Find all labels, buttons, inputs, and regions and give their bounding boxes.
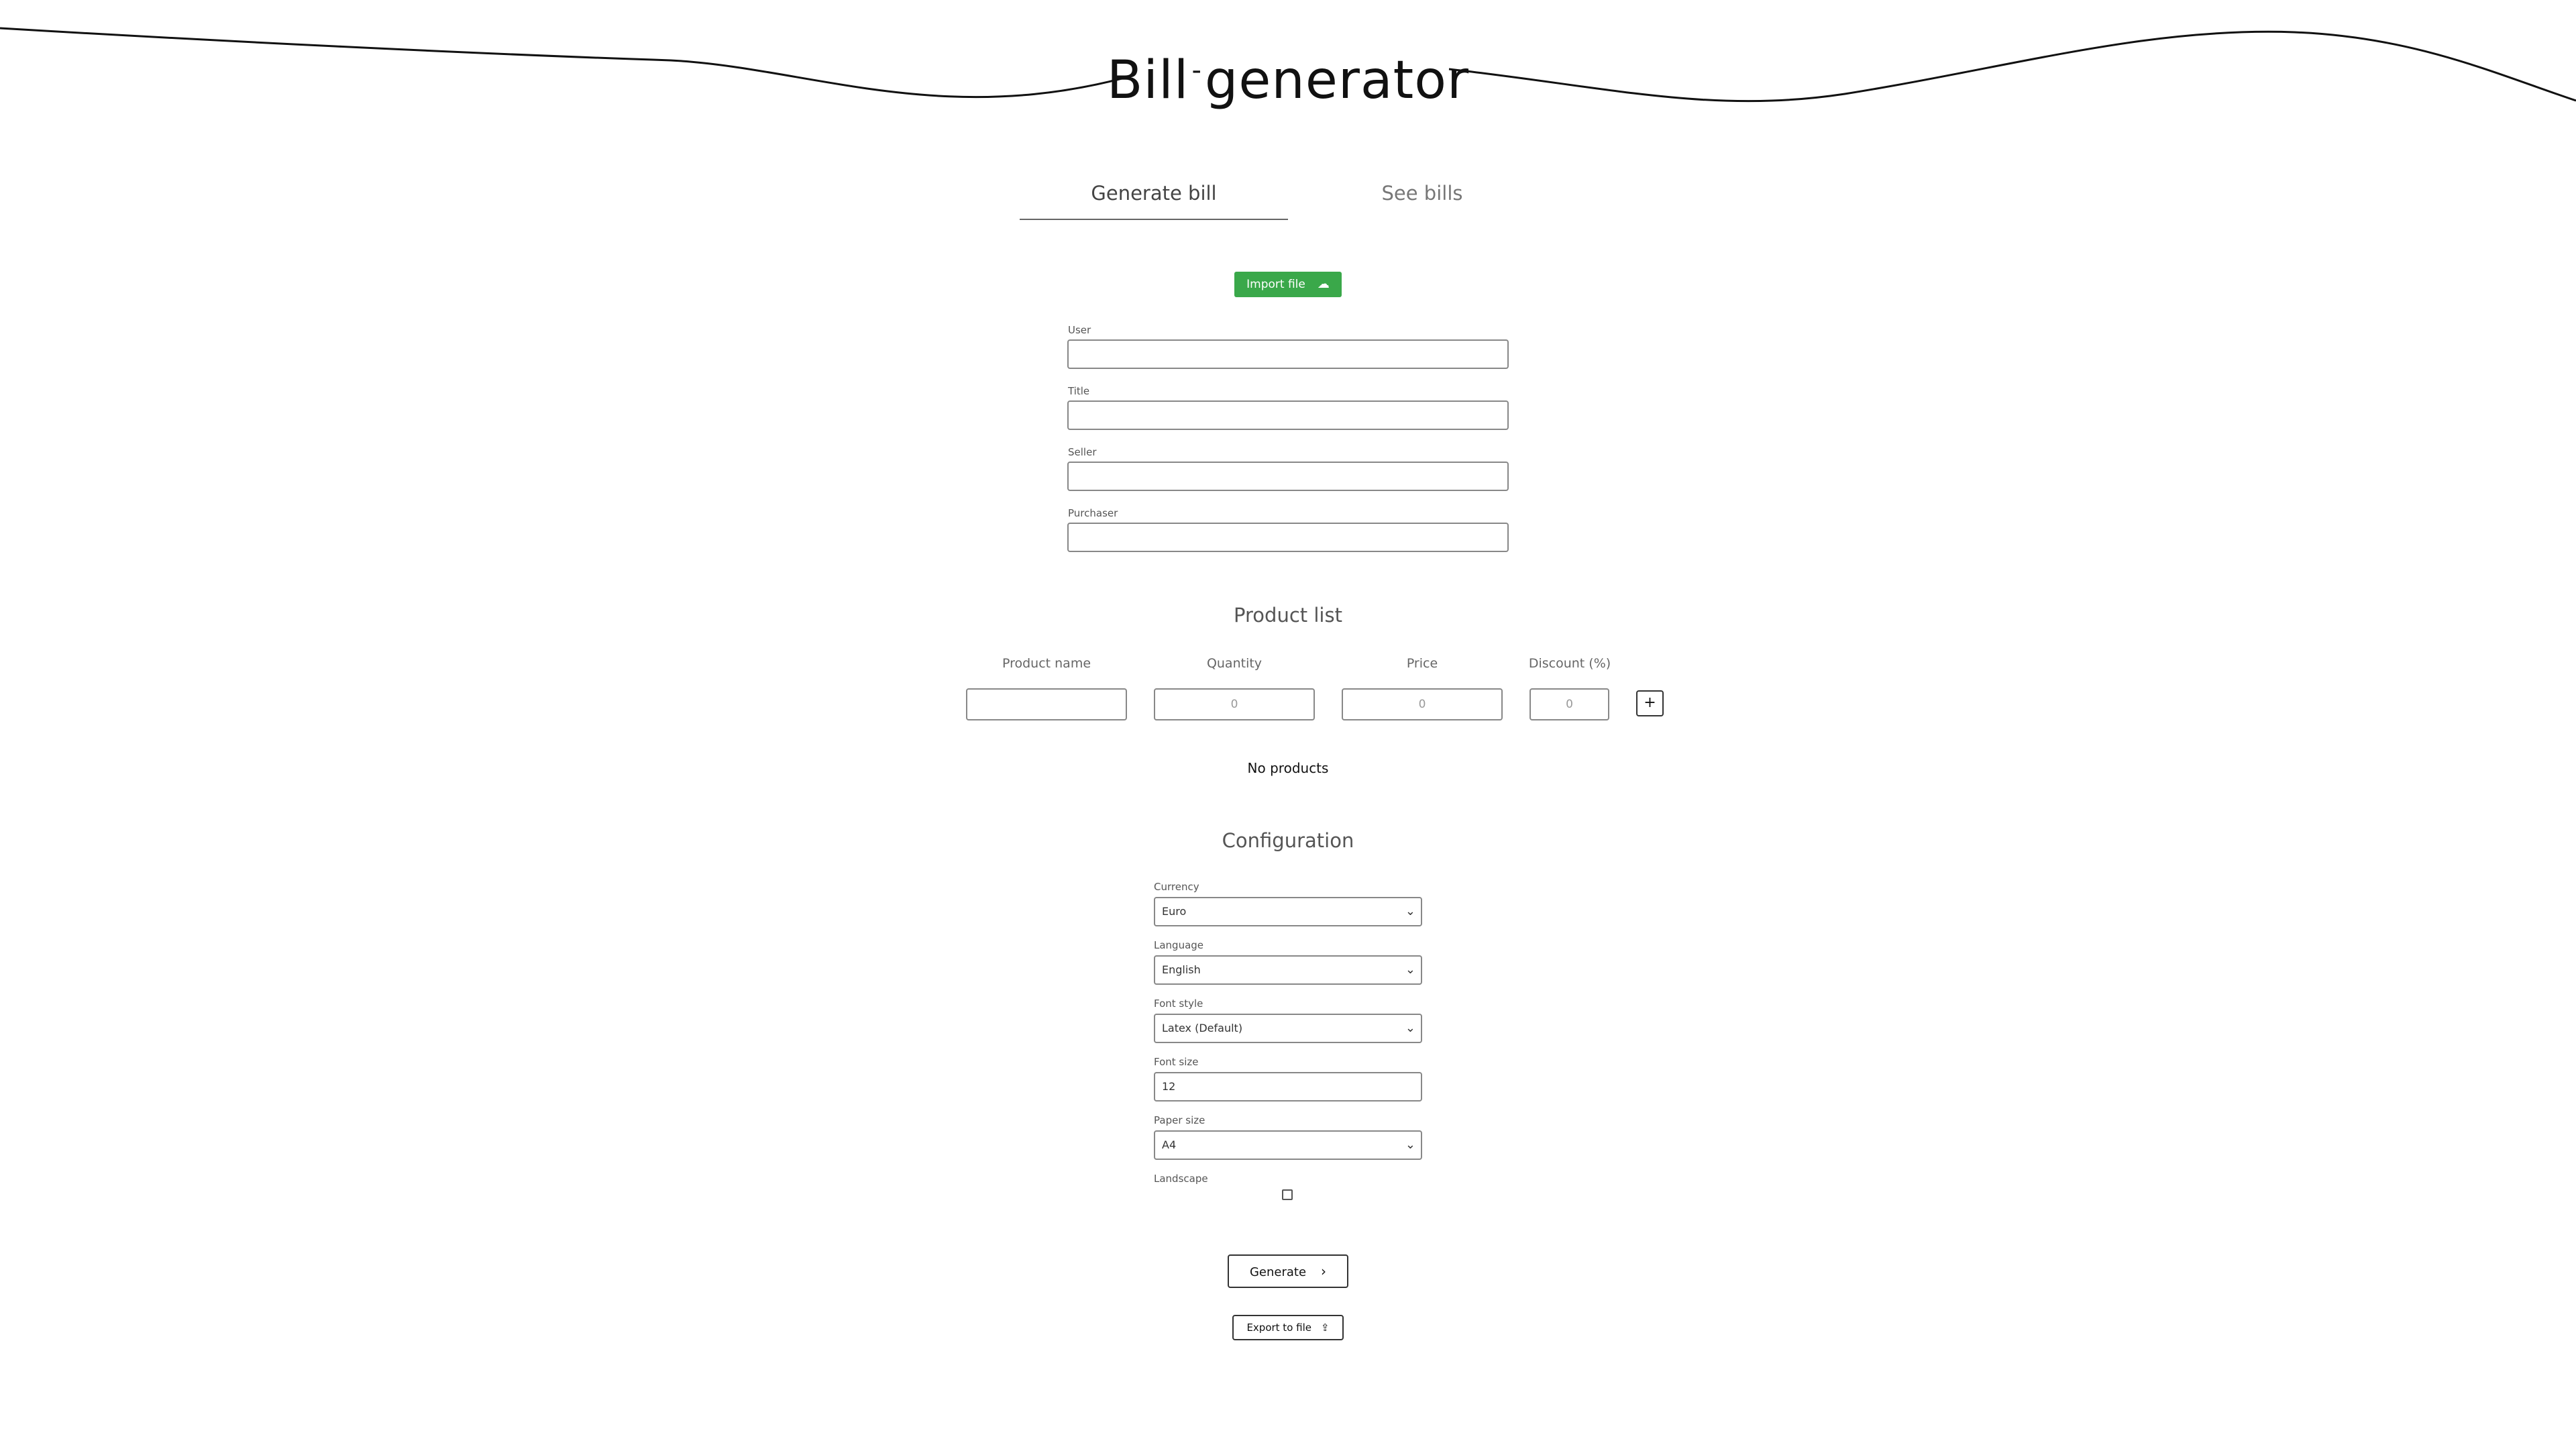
user-input[interactable] [1067,339,1509,369]
font-size-value: 12 [1162,1080,1176,1093]
export-to-file-button[interactable]: Export to file ⇪ [1232,1315,1344,1340]
column-product-name: Product name [1002,656,1091,671]
cloud-upload-icon: ☁ [1317,277,1330,291]
chevron-down-icon: ⌄ [1405,1021,1415,1035]
paper-size-select[interactable]: A4 ⌄ [1154,1130,1422,1160]
chevron-down-icon: ⌄ [1405,904,1415,918]
import-file-label: Import file [1246,278,1305,291]
purchaser-input[interactable] [1067,523,1509,552]
export-label: Export to file [1246,1322,1311,1334]
empty-products-message: No products [1247,760,1329,776]
font-size-input[interactable]: 12 [1154,1072,1422,1102]
product-name-input[interactable] [966,688,1127,720]
price-input[interactable]: 0 [1342,688,1503,720]
tab-generate-bill[interactable]: Generate bill [1020,178,1288,220]
generate-label: Generate [1249,1265,1307,1279]
landscape-label: Landscape [1154,1173,1208,1185]
paper-size-value: A4 [1162,1138,1177,1151]
title-separator: - [1191,55,1202,86]
font-size-label: Font size [1154,1056,1199,1068]
currency-label: Currency [1154,881,1199,893]
font-style-select[interactable]: Latex (Default) ⌄ [1154,1014,1422,1043]
title-input[interactable] [1067,400,1509,430]
column-quantity: Quantity [1206,656,1263,671]
generate-button[interactable]: Generate › [1228,1254,1348,1288]
chevron-right-icon: › [1321,1263,1327,1279]
column-price: Price [1406,656,1438,671]
language-value: English [1162,963,1201,976]
font-style-label: Font style [1154,998,1203,1010]
seller-label: Seller [1068,446,1097,458]
purchaser-label: Purchaser [1068,507,1118,519]
paper-size-label: Paper size [1154,1114,1205,1126]
language-label: Language [1154,939,1204,951]
title-word-generator: generator [1204,50,1470,111]
column-discount: Discount (%) [1528,656,1611,671]
page-title: Bill -generator [1073,40,1503,111]
seller-input[interactable] [1067,462,1509,491]
currency-select[interactable]: Euro ⌄ [1154,897,1422,926]
currency-value: Euro [1162,905,1187,918]
product-list-title: Product list [1234,604,1342,627]
font-style-value: Latex (Default) [1162,1022,1243,1034]
language-select[interactable]: English ⌄ [1154,955,1422,985]
import-file-button[interactable]: Import file ☁ [1234,272,1342,297]
add-product-button[interactable]: + [1636,690,1664,716]
title-word-bill: Bill [1106,50,1189,111]
chevron-down-icon: ⌄ [1405,1138,1415,1152]
export-icon: ⇪ [1320,1322,1330,1334]
quantity-input[interactable]: 0 [1154,688,1315,720]
discount-input[interactable]: 0 [1529,688,1609,720]
chevron-down-icon: ⌄ [1405,963,1415,977]
user-label: User [1068,324,1091,336]
title-label: Title [1068,385,1090,397]
configuration-title: Configuration [1222,829,1354,852]
landscape-checkbox[interactable] [1282,1189,1293,1200]
tab-see-bills[interactable]: See bills [1288,178,1556,219]
